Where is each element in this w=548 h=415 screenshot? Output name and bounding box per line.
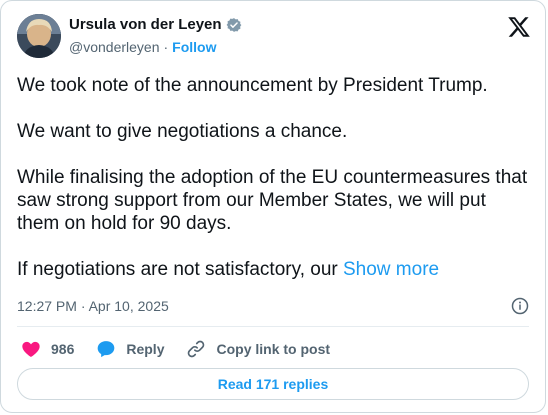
verified-badge-icon (226, 17, 242, 33)
like-button[interactable]: 986 (21, 339, 74, 359)
tweet-text: We took note of the announcement by Pres… (17, 74, 532, 281)
tweet-card: Ursula von der Leyen @vonderleyen · Foll… (0, 0, 546, 413)
reply-label: Reply (126, 341, 165, 357)
copy-link-button[interactable]: Copy link to post (186, 339, 330, 359)
divider (17, 326, 529, 327)
reply-button[interactable]: Reply (96, 339, 164, 359)
tweet-paragraph: While finalising the adoption of the EU … (17, 167, 528, 234)
x-logo-icon[interactable] (507, 15, 531, 39)
separator-dot: · (163, 39, 169, 55)
truncated-text: If negotiations are not satisfactory, ou… (17, 259, 338, 280)
heart-icon (22, 341, 40, 357)
info-icon[interactable] (511, 297, 529, 315)
author-handle-row: @vonderleyen · Follow (69, 39, 217, 55)
copy-link-label: Copy link to post (216, 341, 331, 357)
like-count: 986 (51, 341, 75, 357)
author-name-row: Ursula von der Leyen (69, 16, 242, 33)
avatar[interactable] (17, 14, 61, 58)
author-handle[interactable]: @vonderleyen (69, 39, 160, 55)
author-name[interactable]: Ursula von der Leyen (69, 16, 222, 33)
timestamp[interactable]: 12:27 PM · Apr 10, 2025 (17, 298, 169, 314)
tweet-paragraph: We want to give negotiations a chance. (17, 121, 348, 142)
reply-bubble-icon (98, 341, 115, 358)
action-bar: 986 Reply Copy link to post (21, 339, 330, 359)
tweet-paragraph: We took note of the announcement by Pres… (17, 75, 488, 96)
tweet-paragraph-truncated: If negotiations are not satisfactory, ou… (17, 258, 532, 281)
follow-button[interactable]: Follow (172, 39, 216, 55)
show-more-link[interactable]: Show more (343, 259, 439, 280)
read-replies-button[interactable]: Read 171 replies (17, 368, 529, 400)
link-icon (188, 340, 205, 358)
